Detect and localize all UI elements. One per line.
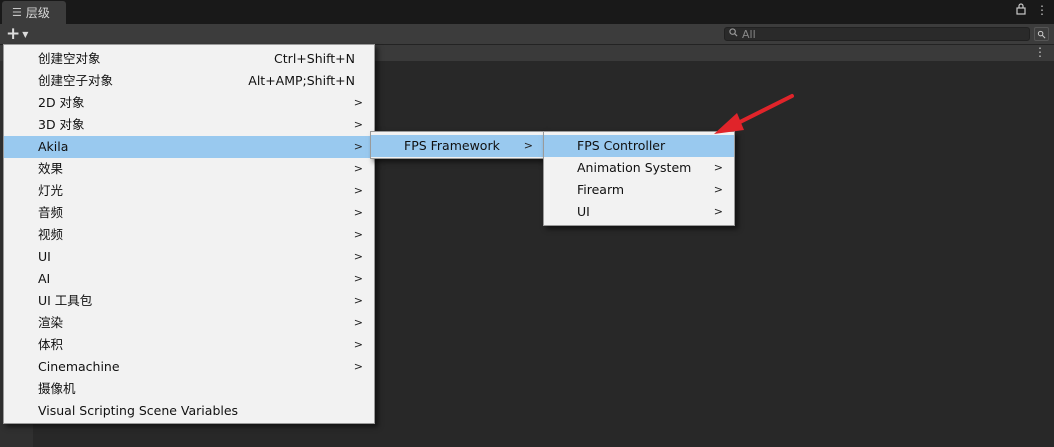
chevron-right-icon: > <box>353 206 363 219</box>
menu-item-cinemachine[interactable]: Cinemachine > <box>4 356 374 378</box>
menu-item-akila[interactable]: Akila > <box>4 136 374 158</box>
chevron-right-icon: > <box>523 139 533 152</box>
menu-item-fps-framework[interactable]: FPS Framework > <box>371 135 544 157</box>
menu-item-label: Akila <box>38 139 69 154</box>
chevron-right-icon: > <box>353 338 363 351</box>
menu-item-firearm[interactable]: Firearm > <box>544 179 734 201</box>
menu-item-灯光[interactable]: 灯光 > <box>4 180 374 202</box>
caret-down-icon: ▼ <box>22 29 29 39</box>
menu-item-label: Animation System <box>577 160 692 175</box>
chevron-right-icon: > <box>713 183 723 196</box>
akila-submenu: FPS Framework > <box>370 131 545 159</box>
lock-icon[interactable] <box>1016 3 1026 18</box>
menu-item-3d-对象[interactable]: 3D 对象 > <box>4 114 374 136</box>
menu-item-label: 2D 对象 <box>38 95 85 110</box>
search-placeholder: All <box>742 27 756 41</box>
window-tab-bar: ☰ 层级 ⋮ <box>0 0 1054 24</box>
chevron-right-icon: > <box>353 140 363 153</box>
menu-item-label: AI <box>38 271 51 286</box>
tab-controls: ⋮ <box>1016 3 1048 18</box>
create-context-menu: 创建空对象 Ctrl+Shift+N 创建空子对象 Alt+AMP;Shift+N 2D… <box>3 44 375 424</box>
menu-item-label: 视频 <box>38 227 64 242</box>
menu-item-视频[interactable]: 视频 > <box>4 224 374 246</box>
menu-item-label: 3D 对象 <box>38 117 85 132</box>
menu-item-animation-system[interactable]: Animation System > <box>544 157 734 179</box>
fps-framework-submenu: FPS Controller Animation System > Firearm > U… <box>543 131 735 226</box>
hierarchy-toolbar: + ▼ All <box>0 24 1054 45</box>
menu-item-ui[interactable]: UI > <box>544 201 734 223</box>
search-input[interactable]: All <box>724 27 1030 41</box>
menu-item-创建空对象[interactable]: 创建空对象 Ctrl+Shift+N <box>4 48 374 70</box>
menu-item-体积[interactable]: 体积 > <box>4 334 374 356</box>
menu-item-label: UI <box>38 249 51 264</box>
menu-item-创建空子对象[interactable]: 创建空子对象 Alt+AMP;Shift+N <box>4 70 374 92</box>
menu-item-label: 效果 <box>38 161 64 176</box>
menu-item-label: 体积 <box>38 337 64 352</box>
scene-more-icon[interactable]: ⋮ <box>1034 45 1046 60</box>
menu-item-label: Visual Scripting Scene Variables <box>38 403 239 418</box>
search-icon <box>729 28 738 40</box>
menu-item-label: 创建空对象 <box>38 51 101 66</box>
add-object-button[interactable]: + ▼ <box>6 25 28 43</box>
menu-item-label: 渲染 <box>38 315 64 330</box>
menu-item-label: 灯光 <box>38 183 64 198</box>
menu-item-渲染[interactable]: 渲染 > <box>4 312 374 334</box>
menu-item-label: FPS Controller <box>577 138 666 153</box>
chevron-right-icon: > <box>353 228 363 241</box>
menu-item-label: 摄像机 <box>38 381 76 396</box>
chevron-right-icon: > <box>353 250 363 263</box>
chevron-right-icon: > <box>353 294 363 307</box>
menu-item-label: 创建空子对象 <box>38 73 114 88</box>
chevron-right-icon: > <box>353 118 363 131</box>
menu-item-label: Firearm <box>577 182 625 197</box>
menu-item-shortcut: Alt+AMP;Shift+N <box>248 73 355 88</box>
menu-item-visual-scripting-scene-variables[interactable]: Visual Scripting Scene Variables <box>4 400 374 422</box>
menu-item-label: 音频 <box>38 205 64 220</box>
menu-item-shortcut: Ctrl+Shift+N <box>274 51 355 66</box>
hierarchy-tab[interactable]: ☰ 层级 <box>2 1 66 24</box>
menu-item-效果[interactable]: 效果 > <box>4 158 374 180</box>
menu-item-label: FPS Framework <box>404 138 500 153</box>
search-mode-icon[interactable] <box>1034 27 1049 41</box>
menu-item-label: UI 工具包 <box>38 293 93 308</box>
chevron-right-icon: > <box>713 205 723 218</box>
menu-item-ui-工具包[interactable]: UI 工具包 > <box>4 290 374 312</box>
plus-icon: + <box>6 24 21 44</box>
menu-item-label: UI <box>577 204 590 219</box>
list-icon: ☰ <box>12 6 22 19</box>
chevron-right-icon: > <box>353 184 363 197</box>
hierarchy-tab-label: 层级 <box>25 6 50 20</box>
menu-item-fps-controller[interactable]: FPS Controller <box>544 135 734 157</box>
menu-item-音频[interactable]: 音频 > <box>4 202 374 224</box>
chevron-right-icon: > <box>713 161 723 174</box>
menu-item-ai[interactable]: AI > <box>4 268 374 290</box>
kebab-menu-icon[interactable]: ⋮ <box>1036 3 1048 18</box>
menu-item-label: Cinemachine <box>38 359 120 374</box>
chevron-right-icon: > <box>353 316 363 329</box>
menu-item-2d-对象[interactable]: 2D 对象 > <box>4 92 374 114</box>
chevron-right-icon: > <box>353 360 363 373</box>
chevron-right-icon: > <box>353 96 363 109</box>
chevron-right-icon: > <box>353 272 363 285</box>
menu-item-摄像机[interactable]: 摄像机 <box>4 378 374 400</box>
menu-item-ui[interactable]: UI > <box>4 246 374 268</box>
chevron-right-icon: > <box>353 162 363 175</box>
